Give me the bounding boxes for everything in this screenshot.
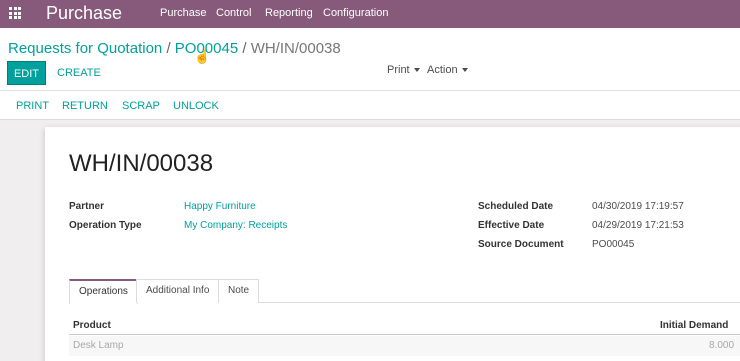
breadcrumb-rfq[interactable]: Requests for Quotation — [8, 40, 162, 57]
breadcrumb-separator: / — [242, 40, 247, 57]
effective-date-value: 04/29/2019 17:21:53 — [592, 220, 684, 231]
menu-control[interactable]: Control — [216, 7, 251, 19]
menu-reporting[interactable]: Reporting — [265, 7, 313, 19]
scheduled-date-label: Scheduled Date — [478, 201, 554, 212]
print-dropdown-label: Print — [387, 64, 410, 76]
row-product: Desk Lamp — [73, 340, 124, 351]
breadcrumb-current: WH/IN/00038 — [250, 40, 341, 57]
status-bar: PRINT RETURN SCRAP UNLOCK — [0, 90, 740, 120]
source-document-value: PO00045 — [592, 239, 635, 250]
print-button[interactable]: PRINT — [16, 100, 49, 112]
edit-button[interactable]: EDIT — [7, 61, 46, 85]
scheduled-date-value: 04/30/2019 17:19:57 — [592, 201, 684, 212]
column-header-initial-demand[interactable]: Initial Demand — [660, 320, 728, 331]
row-initial-demand: 8.000 — [709, 340, 735, 351]
return-button[interactable]: RETURN — [62, 100, 108, 112]
tab-operations[interactable]: Operations — [69, 279, 138, 304]
action-dropdown[interactable]: Action — [427, 64, 468, 76]
table-header-divider — [69, 334, 740, 335]
scrap-button[interactable]: SCRAP — [122, 100, 160, 112]
mouse-cursor-icon: ☝ — [194, 49, 211, 64]
record-title: WH/IN/00038 — [69, 150, 214, 177]
tab-additional-info[interactable]: Additional Info — [136, 279, 220, 303]
menu-purchase[interactable]: Purchase — [160, 7, 206, 19]
table-row[interactable] — [69, 336, 740, 356]
partner-value[interactable]: Happy Furniture — [184, 201, 256, 212]
caret-down-icon — [413, 68, 420, 73]
caret-down-icon — [461, 68, 468, 73]
effective-date-label: Effective Date — [478, 220, 545, 231]
control-panel: Requests for Quotation / PO00045 / WH/IN… — [0, 28, 740, 90]
form-sheet: WH/IN/00038 Partner Happy Furniture Oper… — [45, 127, 740, 361]
operation-type-label: Operation Type — [69, 220, 142, 231]
source-document-label: Source Document — [478, 239, 564, 250]
print-dropdown[interactable]: Print — [387, 64, 420, 76]
create-button[interactable]: CREATE — [57, 67, 101, 79]
action-dropdown-label: Action — [427, 64, 458, 76]
app-title[interactable]: Purchase — [46, 3, 122, 24]
partner-label: Partner — [69, 201, 105, 212]
apps-grid-icon[interactable] — [9, 7, 21, 19]
unlock-button[interactable]: UNLOCK — [173, 100, 219, 112]
operation-type-value[interactable]: My Company: Receipts — [184, 220, 287, 231]
menu-configuration[interactable]: Configuration — [323, 7, 388, 19]
top-navbar: Purchase Purchase Control Reporting Conf… — [0, 0, 740, 28]
column-header-product[interactable]: Product — [73, 320, 111, 331]
tab-note[interactable]: Note — [218, 279, 260, 303]
breadcrumb: Requests for Quotation / PO00045 / WH/IN… — [8, 40, 341, 57]
breadcrumb-separator: / — [166, 40, 171, 57]
